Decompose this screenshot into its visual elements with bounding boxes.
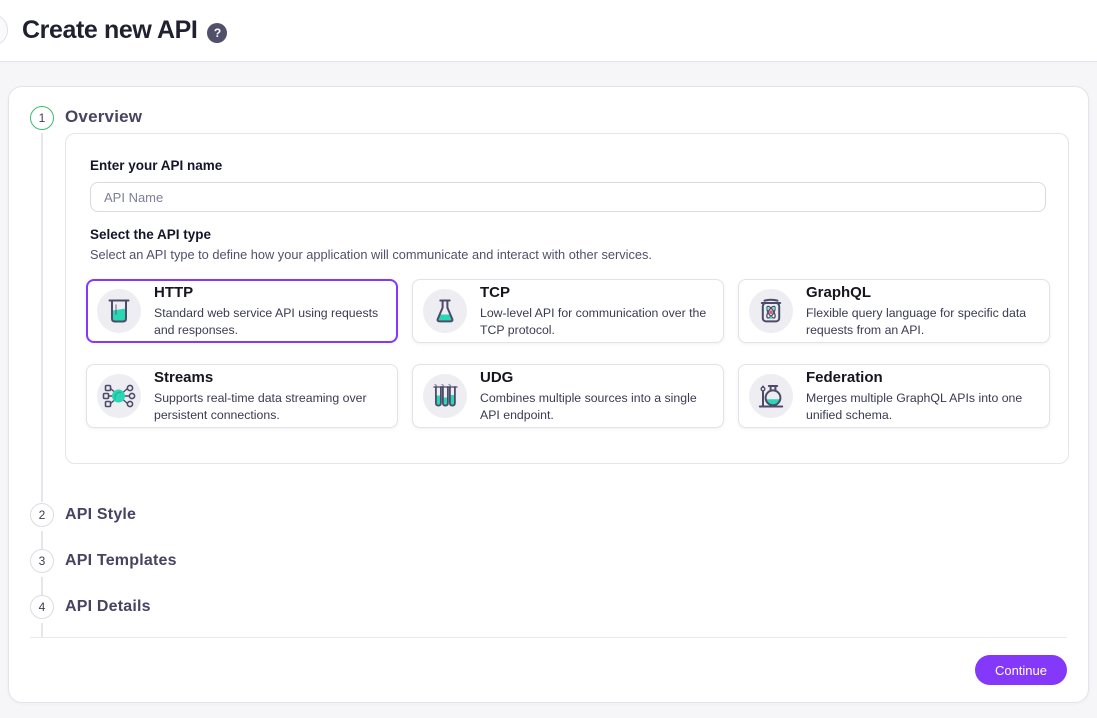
test-tubes-icon [423,374,467,418]
api-type-card-http[interactable]: HTTP Standard web service API using requ… [86,279,398,343]
step-connector-line [41,577,43,595]
api-name-label: Enter your API name [90,158,1044,173]
step-title-api-templates[interactable]: API Templates [65,552,177,570]
page-title: Create new API [22,16,197,45]
api-type-title: Federation [806,369,1037,387]
api-type-card-streams[interactable]: Streams Supports real-time data streamin… [86,364,398,428]
api-type-card-federation[interactable]: Federation Merges multiple GraphQL APIs … [738,364,1050,428]
api-type-text: HTTP Standard web service API using requ… [154,284,385,339]
api-type-card-udg[interactable]: UDG Combines multiple sources into a sin… [412,364,724,428]
api-type-desc: Combines multiple sources into a single … [480,390,711,424]
step-indicator-api-details: 4 [30,595,54,619]
step-indicator-api-templates: 3 [30,549,54,573]
api-type-title: Streams [154,369,385,387]
api-type-title: HTTP [154,284,385,302]
help-icon[interactable]: ? [207,23,227,43]
step-connector-line [41,133,43,502]
api-type-title: UDG [480,369,711,387]
create-api-wizard-card: 1 Overview Enter your API name Select th… [8,86,1089,703]
continue-button[interactable]: Continue [975,655,1067,685]
step-title-api-style[interactable]: API Style [65,506,136,524]
api-type-card-graphql[interactable]: GraphQL Flexible query language for spec… [738,279,1050,343]
api-type-text: UDG Combines multiple sources into a sin… [480,369,711,424]
api-type-text: Streams Supports real-time data streamin… [154,369,385,424]
api-type-desc: Standard web service API using requests … [154,305,385,339]
footer-divider [30,637,1067,638]
overview-panel: Enter your API name Select the API type … [65,133,1069,464]
api-name-input[interactable] [90,182,1046,212]
step-connector-line [41,531,43,549]
api-type-desc: Low-level API for communication over the… [480,305,711,339]
api-type-text: TCP Low-level API for communication over… [480,284,711,339]
api-type-title: TCP [480,284,711,302]
api-type-desc: Flexible query language for specific dat… [806,305,1037,339]
erlenmeyer-flask-icon [423,289,467,333]
api-type-card-tcp[interactable]: TCP Low-level API for communication over… [412,279,724,343]
step-connector-line [41,623,43,638]
page-header: Create new API ? [0,0,1097,62]
step-indicator-overview: 1 [30,106,54,130]
step-indicator-api-style: 2 [30,503,54,527]
api-type-text: GraphQL Flexible query language for spec… [806,284,1037,339]
api-type-label: Select the API type [90,227,1044,242]
beaker-icon [97,289,141,333]
api-type-text: Federation Merges multiple GraphQL APIs … [806,369,1037,424]
round-flask-icon [749,374,793,418]
edge-partial-circle-icon [0,14,8,46]
api-type-desc: Merges multiple GraphQL APIs into one un… [806,390,1037,424]
api-type-desc: Supports real-time data streaming over p… [154,390,385,424]
atom-jar-icon [749,289,793,333]
api-type-grid: HTTP Standard web service API using requ… [86,279,1044,428]
step-title-overview: Overview [65,107,142,127]
api-type-description: Select an API type to define how your ap… [90,247,1044,262]
api-type-title: GraphQL [806,284,1037,302]
step-title-api-details[interactable]: API Details [65,598,151,616]
stream-nodes-icon [97,374,141,418]
